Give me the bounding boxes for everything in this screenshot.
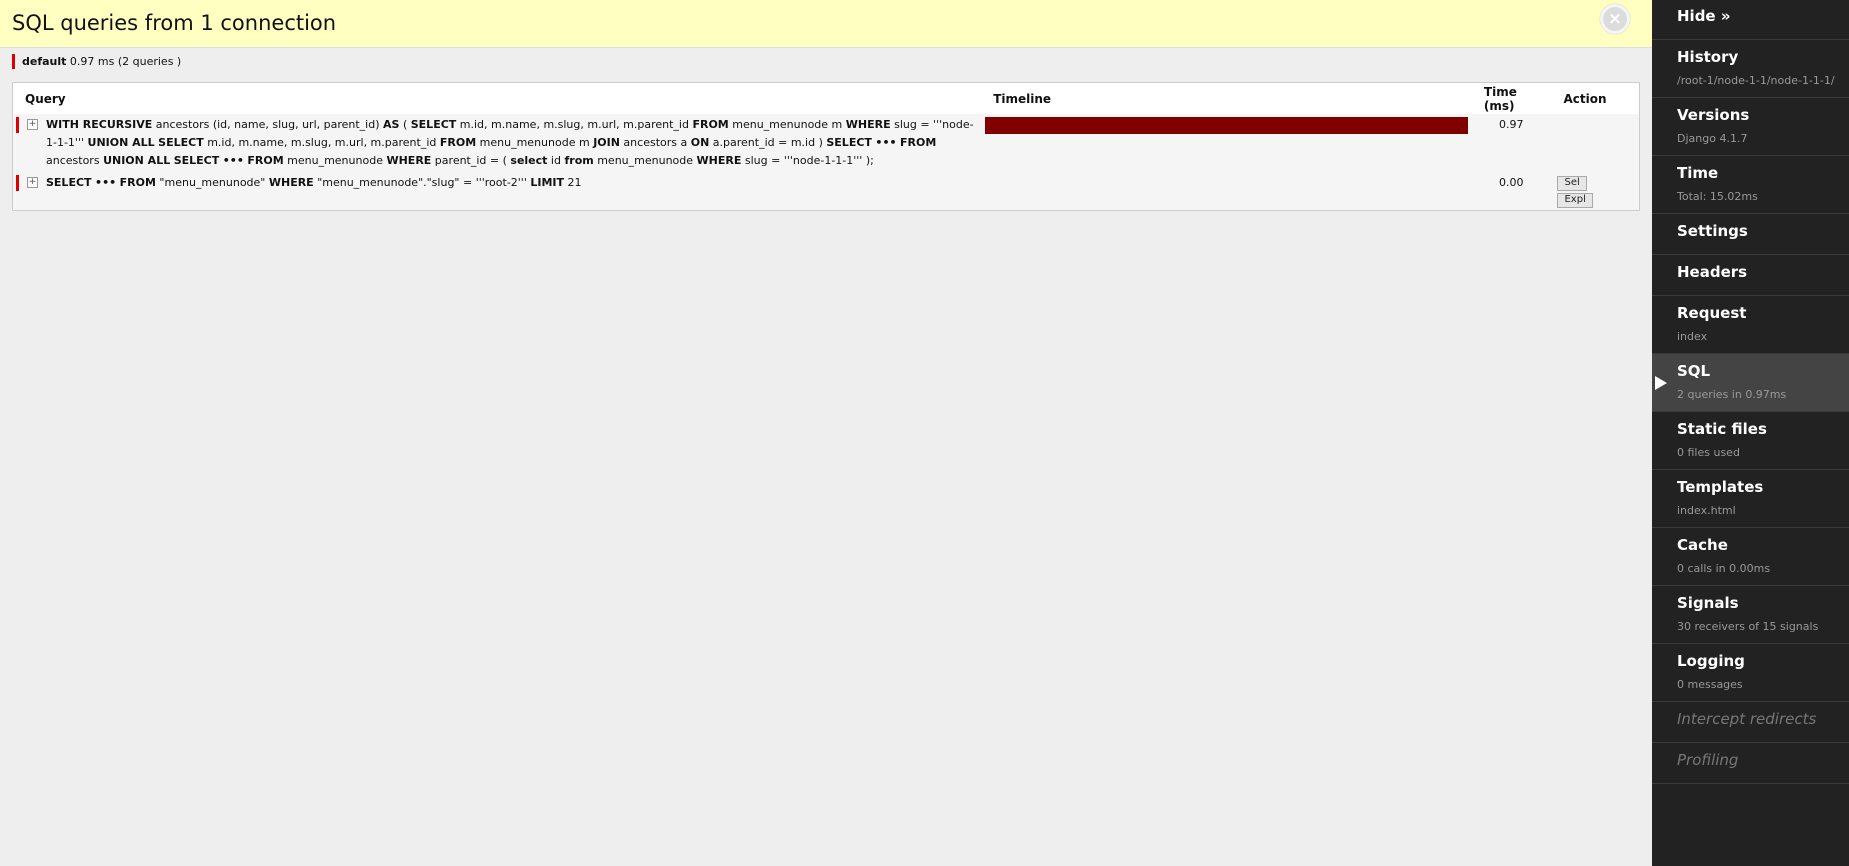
timeline-bar [985, 117, 1468, 134]
table-row: + WITH RECURSIVE ancestors (id, name, sl… [12, 114, 1640, 172]
column-header-action: Action [1551, 82, 1640, 114]
timeline-cell [981, 172, 1472, 211]
panel-list: History/root-1/node-1-1/node-1-1-1/Versi… [1652, 40, 1849, 784]
sidebar-item-title: Logging [1677, 652, 1745, 670]
sidebar-item-subtitle: Django 4.1.7 [1677, 132, 1748, 145]
sidebar-item-versions[interactable]: Versions Django 4.1.7 [1652, 98, 1849, 156]
sidebar-item-title: Templates [1677, 478, 1764, 496]
sidebar-item-sql[interactable]: SQL 2 queries in 0.97ms [1652, 354, 1849, 412]
sidebar-item-intercept-redirects[interactable]: Intercept redirects [1652, 702, 1849, 743]
timeline-cell [981, 114, 1472, 172]
time-cell: 0.97 [1471, 114, 1552, 172]
time-cell: 0.00 [1471, 172, 1552, 211]
sidebar-item-logging[interactable]: Logging 0 messages [1652, 644, 1849, 702]
panel-title: SQL queries from 1 connection [12, 11, 337, 35]
sql-panel: SQL queries from 1 connection × default … [0, 0, 1652, 866]
sql-text[interactable]: SELECT ••• FROM "menu_menunode" WHERE "m… [46, 176, 582, 189]
sql-queries-table: Query Timeline Time (ms) Action + WITH R… [12, 82, 1640, 211]
sidebar-item-subtitle: index [1677, 330, 1708, 343]
sidebar-item-title: SQL [1677, 362, 1711, 380]
sidebar-item-subtitle: 2 queries in 0.97ms [1677, 388, 1787, 401]
connection-stats: 0.97 ms (2 queries ) [69, 55, 182, 68]
sidebar-item-title: Profiling [1677, 751, 1739, 769]
sidebar-item-static-files[interactable]: Static files 0 files used [1652, 412, 1849, 470]
sidebar-item-settings[interactable]: Settings [1652, 214, 1849, 255]
connection-summary: default 0.97 ms (2 queries ) [12, 54, 181, 69]
column-header-timeline: Timeline [981, 82, 1472, 114]
expand-toggle-icon[interactable]: + [27, 177, 38, 188]
panel-header: SQL queries from 1 connection × [0, 0, 1652, 48]
sidebar-item-request[interactable]: Request index [1652, 296, 1849, 354]
table-row: + SELECT ••• FROM "menu_menunode" WHERE … [12, 172, 1640, 211]
active-arrow-icon [1655, 376, 1667, 390]
column-header-time: Time (ms) [1471, 82, 1552, 114]
query-cell: + SELECT ••• FROM "menu_menunode" WHERE … [12, 172, 982, 211]
sidebar-item-templates[interactable]: Templates index.html [1652, 470, 1849, 528]
toolbar-sidebar: Hide » History/root-1/node-1-1/node-1-1-… [1652, 0, 1849, 866]
sidebar-item-title: History [1677, 48, 1739, 66]
connection-marker [16, 117, 19, 133]
sidebar-item-title: Settings [1677, 222, 1748, 240]
hide-label: Hide » [1677, 7, 1731, 25]
sidebar-item-title: Static files [1677, 420, 1767, 438]
sidebar-item-signals[interactable]: Signals 30 receivers of 15 signals [1652, 586, 1849, 644]
sql-text[interactable]: WITH RECURSIVE ancestors (id, name, slug… [46, 118, 974, 167]
sidebar-item-subtitle: Total: 15.02ms [1677, 190, 1758, 203]
sidebar-item-history[interactable]: History/root-1/node-1-1/node-1-1-1/ [1652, 40, 1849, 98]
sidebar-item-subtitle: /root-1/node-1-1/node-1-1-1/ [1677, 74, 1835, 87]
table-header-row: Query Timeline Time (ms) Action [12, 82, 1640, 114]
column-header-query: Query [12, 82, 982, 114]
sidebar-item-title: Headers [1677, 263, 1748, 281]
action-cell [1551, 114, 1640, 172]
sidebar-item-subtitle: 0 calls in 0.00ms [1677, 562, 1771, 575]
sidebar-item-title: Request [1677, 304, 1747, 322]
close-icon[interactable]: × [1600, 4, 1630, 34]
explain-button[interactable]: Expl [1557, 193, 1593, 208]
query-cell: + WITH RECURSIVE ancestors (id, name, sl… [12, 114, 982, 172]
sidebar-item-title: Time [1677, 164, 1719, 182]
action-cell: Sel Expl [1551, 172, 1640, 211]
sidebar-item-subtitle: 0 messages [1677, 678, 1743, 691]
hide-toolbar-button[interactable]: Hide » [1652, 0, 1849, 40]
connection-marker [16, 175, 19, 191]
expand-toggle-icon[interactable]: + [27, 119, 38, 130]
sidebar-item-title: Intercept redirects [1677, 710, 1817, 728]
sidebar-item-title: Signals [1677, 594, 1739, 612]
sidebar-item-cache[interactable]: Cache 0 calls in 0.00ms [1652, 528, 1849, 586]
sidebar-item-title: Cache [1677, 536, 1728, 554]
sidebar-item-headers[interactable]: Headers [1652, 255, 1849, 296]
sidebar-item-profiling[interactable]: Profiling [1652, 743, 1849, 784]
sidebar-item-subtitle: 30 receivers of 15 signals [1677, 620, 1819, 633]
select-button[interactable]: Sel [1557, 176, 1587, 191]
sidebar-item-title: Versions [1677, 106, 1750, 124]
sidebar-item-subtitle: index.html [1677, 504, 1736, 517]
sidebar-item-subtitle: 0 files used [1677, 446, 1740, 459]
connection-alias: default [22, 55, 67, 68]
sidebar-item-time[interactable]: Time Total: 15.02ms [1652, 156, 1849, 214]
